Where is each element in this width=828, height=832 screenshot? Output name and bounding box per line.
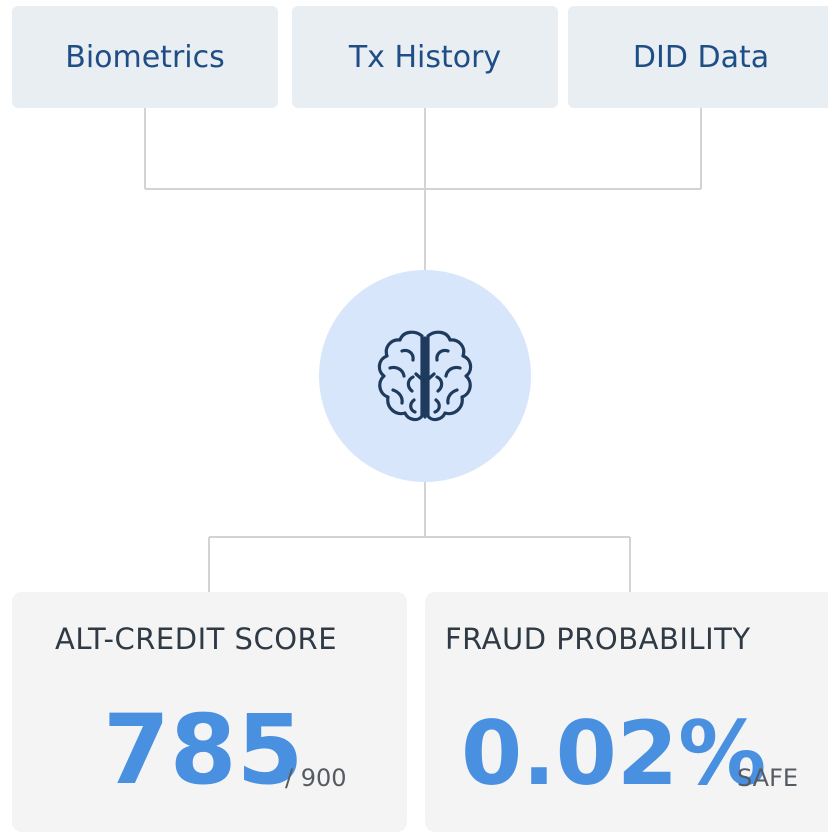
input-label-biometrics: Biometrics <box>65 39 225 75</box>
fraud-probability-card: FRAUD PROBABILITY 0.02% SAFE <box>425 592 828 832</box>
fraud-probability-row: 0.02% SAFE <box>425 688 828 798</box>
input-label-tx-history: Tx History <box>348 39 502 75</box>
credit-score-card: ALT-CREDIT SCORE 785 / 900 <box>12 592 407 832</box>
input-label-did-data: DID Data <box>632 39 770 75</box>
input-biometrics: Biometrics <box>12 6 278 108</box>
fraud-status-label: SAFE <box>737 764 799 792</box>
brain-icon <box>377 330 473 422</box>
credit-score-value: 785 <box>103 694 304 806</box>
credit-score-max: / 900 <box>285 764 347 792</box>
fraud-probability-title: FRAUD PROBABILITY <box>445 622 751 656</box>
ai-engine-node <box>319 270 531 482</box>
input-tx-history: Tx History <box>292 6 558 108</box>
input-did-data: DID Data <box>568 6 828 108</box>
credit-score-title: ALT-CREDIT SCORE <box>55 622 338 656</box>
fraud-probability-value: 0.02% <box>461 702 767 805</box>
credit-score-row: 785 / 900 <box>12 688 407 798</box>
